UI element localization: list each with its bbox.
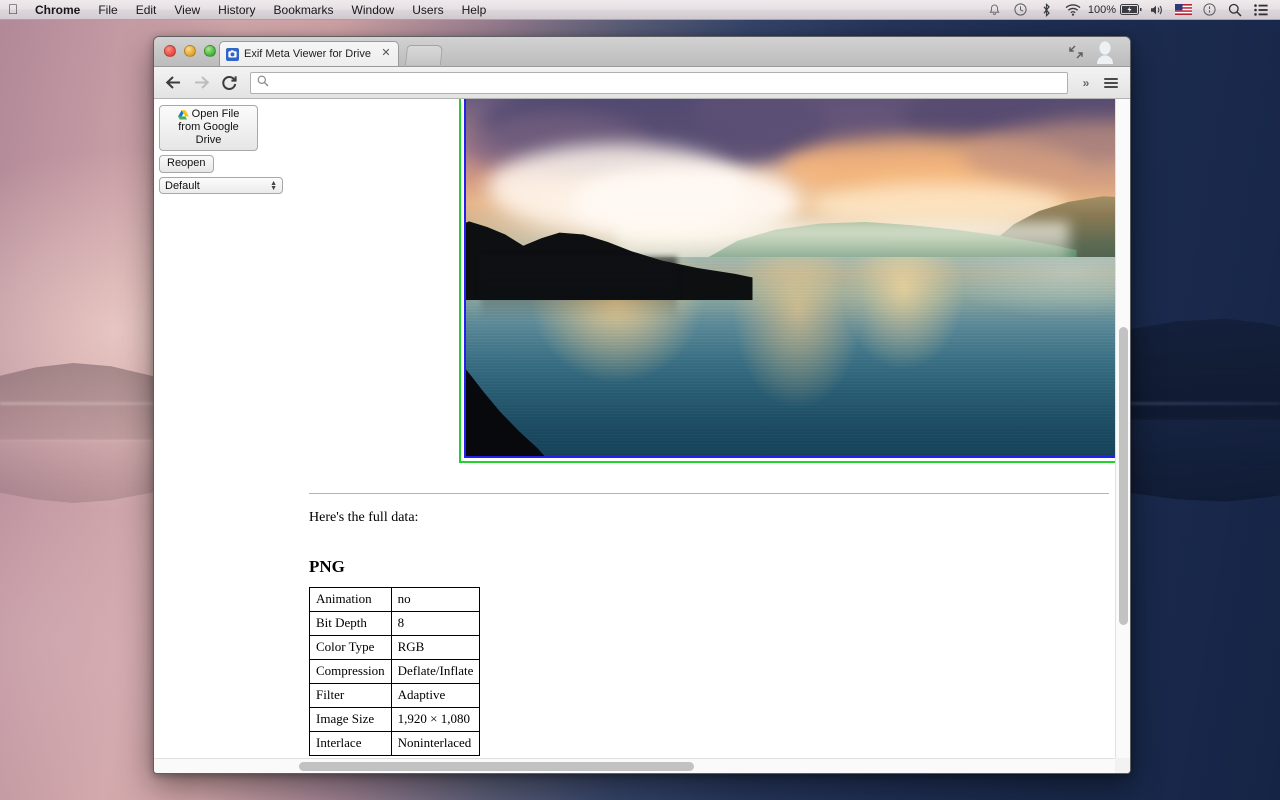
clock-icon[interactable] — [1008, 0, 1034, 20]
section-heading-png: PNG — [309, 557, 345, 576]
menu-item-file[interactable]: File — [89, 0, 126, 20]
photo-headland-reflection — [481, 257, 678, 320]
horizontal-scrollbar[interactable] — [154, 758, 1115, 773]
apple-logo-icon[interactable]:  — [0, 2, 26, 17]
address-bar-input[interactable] — [275, 75, 1061, 90]
metadata-table: Animation no Bit Depth 8 Color Type RGB — [309, 587, 481, 756]
bell-icon[interactable] — [982, 0, 1008, 20]
table-row: Animation no — [309, 587, 481, 612]
menu-item-chrome[interactable]: Chrome — [26, 0, 89, 20]
user-avatar-icon[interactable] — [1094, 40, 1116, 64]
menu-item-users[interactable]: Users — [403, 0, 452, 20]
menu-item-history[interactable]: History — [209, 0, 264, 20]
intro-text: Here's the full data: — [309, 510, 419, 525]
volume-icon[interactable] — [1144, 0, 1170, 20]
table-cell-key: Image Size — [309, 707, 392, 732]
fullscreen-icon[interactable] — [1068, 44, 1084, 60]
sunset-lake-photo[interactable] — [466, 99, 1115, 456]
table-cell-key: Filter — [309, 683, 392, 708]
minimize-window-button[interactable] — [184, 45, 196, 57]
table-cell-key: Bit Depth — [309, 611, 392, 636]
table-cell-value: no — [390, 587, 481, 612]
table-row: Filter Adaptive — [309, 683, 481, 708]
address-bar[interactable] — [250, 71, 1068, 94]
battery-icon[interactable] — [1118, 0, 1144, 20]
menu-item-edit[interactable]: Edit — [127, 0, 166, 20]
forward-arrow-icon — [190, 72, 212, 94]
vertical-scrollbar-thumb[interactable] — [1119, 327, 1128, 625]
table-row: Color Type RGB — [309, 635, 481, 660]
window-traffic-lights — [164, 45, 216, 57]
image-outer-frame — [459, 99, 1115, 463]
browser-tab-exif-meta-viewer[interactable]: Exif Meta Viewer for Drive ✕ — [219, 41, 399, 66]
close-window-button[interactable] — [164, 45, 176, 57]
table-cell-value: Noninterlaced — [390, 731, 481, 756]
menu-item-view[interactable]: View — [165, 0, 209, 20]
open-file-label-line1: Open File — [191, 108, 240, 120]
menu-bar-items:  Chrome File Edit View History Bookmark… — [0, 0, 495, 20]
tab-title: Exif Meta Viewer for Drive — [244, 48, 371, 60]
us-flag-icon[interactable] — [1170, 0, 1196, 20]
table-cell-value: Deflate/Inflate — [390, 659, 481, 684]
close-icon[interactable]: ✕ — [380, 48, 392, 60]
horizontal-scrollbar-thumb[interactable] — [299, 762, 694, 771]
table-cell-key: Color Type — [309, 635, 392, 660]
open-file-from-google-drive-button[interactable]: Open File from Google Drive — [159, 105, 258, 151]
chevron-overflow-icon[interactable]: » — [1078, 76, 1094, 90]
image-inner-frame — [464, 99, 1115, 458]
stepper-arrows-icon: ▲ ▼ — [270, 179, 277, 192]
menu-item-help[interactable]: Help — [453, 0, 496, 20]
mac-menu-bar:  Chrome File Edit View History Bookmark… — [0, 0, 1280, 20]
new-tab-button[interactable] — [404, 45, 444, 65]
table-row: Image Size 1,920 × 1,080 — [309, 707, 481, 732]
menu-item-bookmarks[interactable]: Bookmarks — [265, 0, 343, 20]
table-row: Compression Deflate/Inflate — [309, 659, 481, 684]
reopen-button[interactable]: Reopen — [159, 155, 214, 173]
siri-icon[interactable] — [1196, 0, 1222, 20]
vertical-scrollbar[interactable] — [1115, 99, 1130, 758]
browser-toolbar: » — [154, 67, 1130, 99]
zoom-window-button[interactable] — [204, 45, 216, 57]
back-arrow-icon[interactable] — [162, 72, 184, 94]
table-row: Interlace Noninterlaced — [309, 731, 481, 756]
tab-strip: Exif Meta Viewer for Drive ✕ — [154, 37, 1130, 67]
hamburger-menu-icon[interactable] — [1100, 72, 1122, 94]
table-row: Bit Depth 8 — [309, 611, 481, 636]
bluetooth-icon[interactable] — [1034, 0, 1060, 20]
table-cell-value: 1,920 × 1,080 — [390, 707, 481, 732]
table-cell-key: Compression — [309, 659, 392, 684]
table-cell-value: RGB — [390, 635, 481, 660]
table-cell-key: Animation — [309, 587, 392, 612]
chrome-browser-window: Exif Meta Viewer for Drive ✕ » Open File… — [153, 36, 1131, 774]
battery-percent-label: 100% — [1087, 3, 1116, 16]
horizontal-divider — [309, 493, 1109, 494]
table-cell-value: 8 — [390, 611, 481, 636]
camera-icon — [226, 47, 239, 61]
search-icon — [257, 75, 269, 90]
menu-item-window[interactable]: Window — [343, 0, 404, 20]
page-content: Open File from Google Drive Reopen Defau… — [154, 99, 1115, 758]
table-cell-key: Interlace — [309, 731, 392, 756]
spotlight-search-icon[interactable] — [1222, 0, 1248, 20]
scrollbar-corner — [1115, 758, 1130, 773]
notification-center-icon[interactable] — [1248, 0, 1274, 20]
google-drive-icon — [177, 109, 189, 120]
reload-icon[interactable] — [218, 72, 240, 94]
open-file-label-line2: from Google Drive — [178, 121, 239, 146]
page-viewport: Open File from Google Drive Reopen Defau… — [154, 99, 1130, 773]
table-cell-value: Adaptive — [390, 683, 481, 708]
wifi-icon[interactable] — [1060, 0, 1086, 20]
preset-selected-value: Default — [165, 179, 200, 192]
extension-controls-panel: Open File from Google Drive Reopen Defau… — [159, 105, 291, 194]
preset-select[interactable]: Default ▲ ▼ — [159, 177, 283, 194]
menu-bar-tray: 100% — [982, 0, 1280, 20]
